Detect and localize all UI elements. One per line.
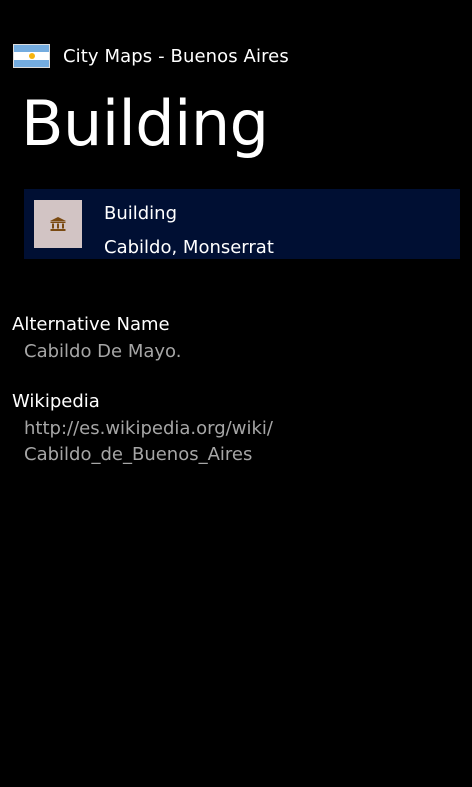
page-title: Building xyxy=(21,87,269,160)
wikipedia-label: Wikipedia xyxy=(12,391,100,412)
building-icon xyxy=(50,217,66,231)
card-text: Building Cabildo, Monserrat xyxy=(104,197,274,265)
flag-band-bottom xyxy=(14,59,49,67)
app-header: City Maps - Buenos Aires xyxy=(13,42,289,70)
app-title: City Maps - Buenos Aires xyxy=(63,45,289,67)
place-summary-card[interactable]: Building Cabildo, Monserrat xyxy=(24,189,460,259)
card-category: Building xyxy=(104,203,178,224)
alternative-name-value: Cabildo De Mayo. xyxy=(24,341,182,362)
alternative-name-field: Alternative Name Cabildo De Mayo. xyxy=(12,311,181,365)
argentina-flag-icon xyxy=(13,44,50,68)
alternative-name-label: Alternative Name xyxy=(12,314,170,335)
flag-sun xyxy=(28,53,35,59)
wikipedia-link-line1: http://es.wikipedia.org/wiki/ xyxy=(24,418,273,439)
wikipedia-field: Wikipedia http://es.wikipedia.org/wiki/ … xyxy=(12,388,273,468)
card-location: Cabildo, Monserrat xyxy=(104,237,274,258)
category-tile xyxy=(34,200,82,248)
wikipedia-link-line2: Cabildo_de_Buenos_Aires xyxy=(24,444,253,465)
flag-band-top xyxy=(14,45,49,53)
wikipedia-link[interactable]: http://es.wikipedia.org/wiki/ Cabildo_de… xyxy=(12,416,273,468)
